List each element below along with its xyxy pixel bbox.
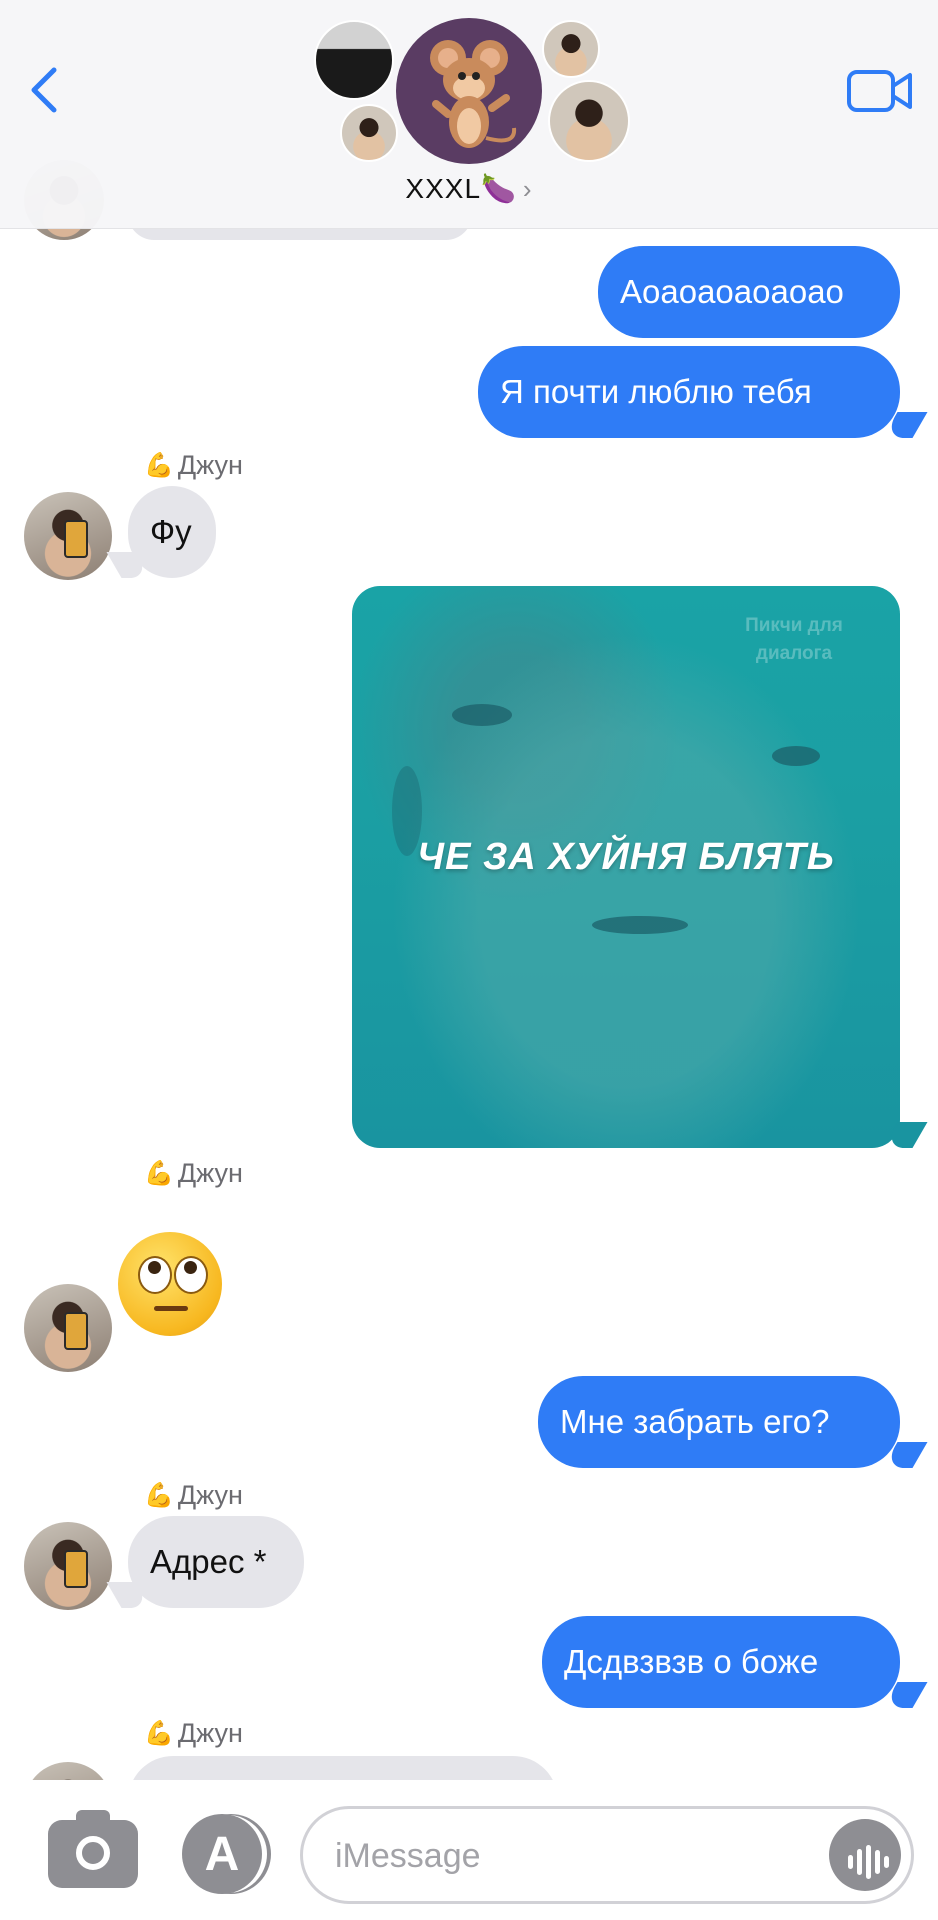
sender-name: Джун	[177, 1158, 243, 1188]
member-avatar[interactable]	[542, 20, 600, 78]
cartoon-mouse-icon	[430, 40, 517, 148]
contact-avatar[interactable]	[24, 1284, 112, 1372]
message-text: Я почти люблю тебя	[500, 373, 812, 410]
sender-name: Джун	[177, 450, 243, 480]
group-avatar[interactable]	[396, 18, 542, 164]
contact-avatar[interactable]	[24, 492, 112, 580]
video-camera-icon	[847, 70, 912, 112]
message-bubble-received-partial[interactable]	[128, 1756, 558, 1780]
message-text: Фу	[150, 513, 192, 550]
sender-name: Джун	[177, 1480, 243, 1510]
message-text: Дсдвзвзв о боже	[564, 1643, 819, 1680]
avatar-phone	[64, 1312, 88, 1350]
back-button[interactable]	[22, 60, 72, 120]
sender-label: 💪 Джун	[144, 450, 243, 481]
message-input[interactable]	[333, 1829, 797, 1883]
message-text: Мне забрать его?	[560, 1403, 830, 1440]
member-avatar[interactable]	[548, 80, 630, 162]
avatar-phone	[64, 1550, 88, 1588]
app-store-button[interactable]: A	[182, 1814, 262, 1894]
sender-name: Джун	[177, 1718, 243, 1748]
flexed-biceps-icon: 💪	[144, 452, 174, 479]
member-avatar[interactable]	[314, 20, 394, 100]
message-input-container[interactable]	[300, 1806, 914, 1904]
audio-message-button[interactable]	[829, 1819, 901, 1891]
camera-icon	[76, 1836, 110, 1870]
group-name-button[interactable]: XXXL🍆 ›	[0, 172, 938, 205]
flexed-biceps-icon: 💪	[144, 1482, 174, 1509]
flexed-biceps-icon: 💪	[144, 1160, 174, 1187]
camera-icon-bump	[76, 1810, 110, 1824]
image-attachment[interactable]: Пикчи для диалога ЧЕ ЗА ХУЙНЯ БЛЯТЬ	[352, 586, 900, 1148]
avatar-phone	[64, 520, 88, 558]
image-caption: ЧЕ ЗА ХУЙНЯ БЛЯТЬ	[417, 836, 835, 878]
contact-avatar-partial[interactable]	[24, 1762, 112, 1780]
chevron-left-icon	[31, 67, 57, 113]
message-bubble-sent[interactable]: Аоаоаоаоаоао	[598, 246, 900, 338]
sender-label: 💪 Джун	[144, 1480, 243, 1511]
message-text: Адрес *	[150, 1543, 267, 1580]
message-bubble-sent[interactable]: Я почти люблю тебя	[478, 346, 900, 438]
message-bubble-sent[interactable]: Мне забрать его?	[538, 1376, 900, 1468]
chevron-right-icon: ›	[522, 174, 533, 204]
conversation-header: XXXL🍆 ›	[0, 0, 938, 229]
app-store-icon: A	[204, 1827, 240, 1881]
message-list[interactable]: Аоаоаоаоаоао Я почти люблю тебя 💪 Джун Ф…	[0, 0, 938, 1780]
member-avatar[interactable]	[340, 104, 398, 162]
message-bubble-sent[interactable]: Дсдвзвзв о боже	[542, 1616, 900, 1708]
message-bubble-received[interactable]: Адрес *	[128, 1516, 304, 1608]
message-composer: A	[0, 1780, 938, 1920]
flexed-biceps-icon: 💪	[144, 1720, 174, 1747]
facetime-video-button[interactable]	[846, 66, 914, 116]
image-watermark: Пикчи для диалога	[745, 615, 843, 664]
contact-avatar[interactable]	[24, 1522, 112, 1610]
eye-roll-emoji-icon[interactable]	[118, 1232, 222, 1336]
group-name: XXXL🍆	[405, 173, 517, 204]
sender-label: 💪 Джун	[144, 1158, 243, 1189]
camera-button[interactable]	[48, 1810, 138, 1888]
sender-label: 💪 Джун	[144, 1718, 243, 1749]
message-text: Аоаоаоаоаоао	[620, 273, 844, 310]
